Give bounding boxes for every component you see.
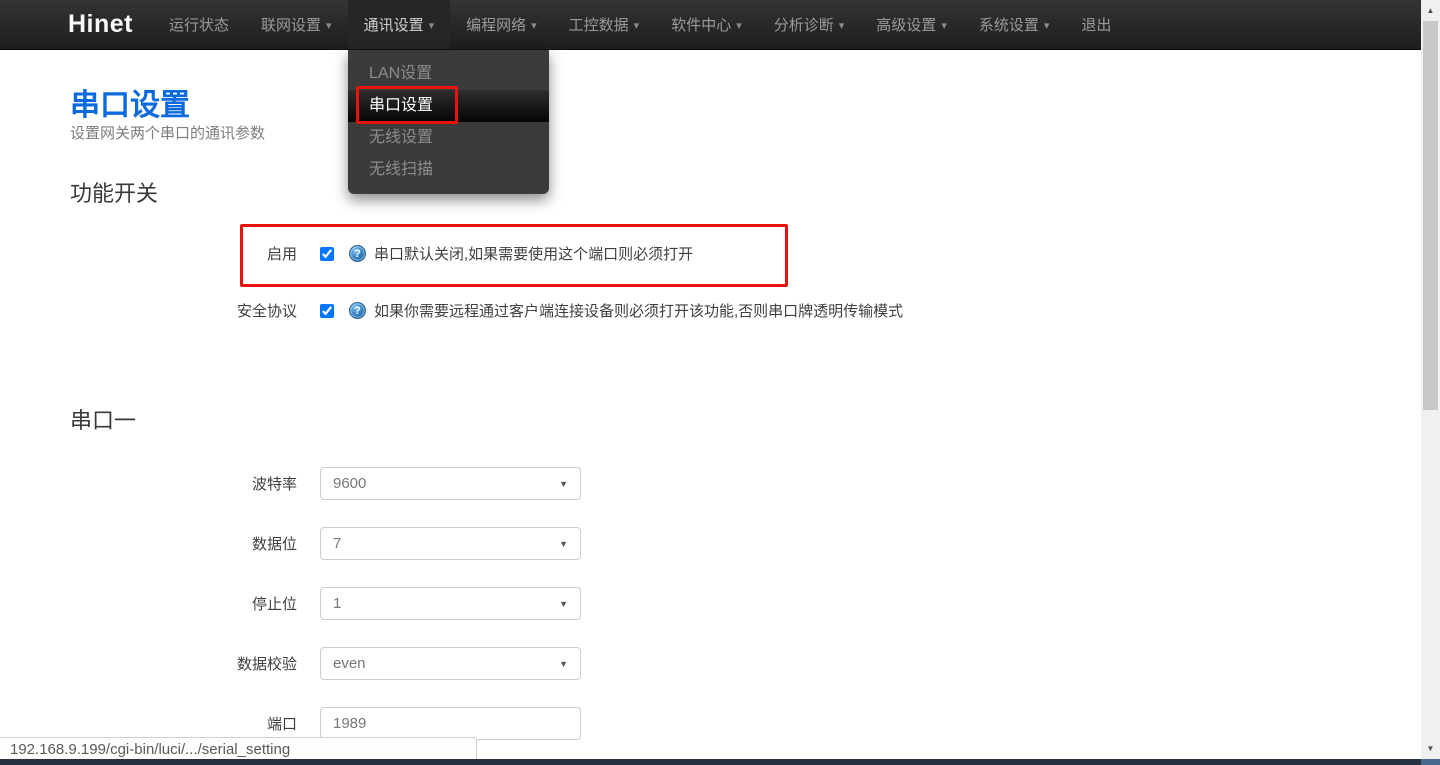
nav-label: 系统设置 (978, 17, 1039, 34)
status-url-tooltip: 192.168.9.199/cgi-bin/luci/.../serial_se… (0, 737, 477, 761)
nav-label: 退出 (1081, 17, 1112, 34)
comm-settings-dropdown: LAN设置 串口设置 无线设置 无线扫描 (348, 50, 549, 194)
secure-protocol-help-text: 如果你需要远程通过客户端连接设备则必须打开该功能,否则串口牌透明传输模式 (374, 303, 904, 320)
scroll-up-button[interactable]: ▲ (1421, 2, 1440, 19)
chevron-down-icon: ▾ (1043, 20, 1050, 32)
nav-label: 高级设置 (876, 17, 937, 34)
nav-label: 通讯设置 (363, 17, 424, 34)
nav-label: 工控数据 (568, 17, 629, 34)
stop-bits-select[interactable]: 1 ▼ (320, 587, 581, 620)
parity-row: 数据校验 even ▼ (0, 647, 581, 680)
select-caret-icon: ▼ (559, 658, 568, 669)
nav-label: 运行状态 (169, 17, 230, 34)
parity-select[interactable]: even ▼ (320, 647, 581, 680)
data-bits-label: 数据位 (251, 536, 297, 553)
select-value: even (333, 655, 366, 672)
chevron-down-icon: ▾ (941, 20, 947, 32)
nav-item-logout[interactable]: 退出 (1065, 0, 1127, 49)
select-caret-icon: ▼ (559, 478, 568, 489)
chevron-down-icon: ▾ (736, 20, 742, 32)
secure-protocol-label: 安全协议 (236, 303, 297, 320)
chevron-down-icon: ▾ (633, 20, 640, 32)
select-value: 7 (333, 535, 342, 552)
scroll-down-button[interactable]: ▼ (1421, 740, 1440, 757)
nav-item-network-settings[interactable]: 联网设置 ▾ (245, 0, 348, 49)
nav-item-run-status[interactable]: 运行状态 (153, 0, 245, 49)
page-root: Hinet 运行状态 联网设置 ▾ 通讯设置 ▾ 编程网络 ▾ 工控数据 ▾ 软… (0, 0, 1440, 765)
baud-rate-select[interactable]: 9600 ▼ (320, 467, 581, 500)
secure-protocol-row: 安全协议 ? 如果你需要远程通过客户端连接设备则必须打开该功能,否则串口牌透明传… (0, 300, 903, 321)
bottom-edge-bar-right (1421, 759, 1440, 765)
scrollbar-thumb[interactable] (1423, 21, 1438, 410)
page-subtitle: 设置网关两个串口的通讯参数 (70, 125, 266, 142)
chevron-down-icon: ▾ (326, 20, 332, 32)
data-bits-row: 数据位 7 ▼ (0, 527, 581, 560)
enable-row: 启用 ? 串口默认关闭,如果需要使用这个端口则必须打开 (0, 243, 693, 264)
select-value: 1 (333, 595, 342, 612)
section-heading-function-switches: 功能开关 (70, 181, 159, 206)
dropdown-item-wireless-settings[interactable]: 无线设置 (348, 122, 549, 154)
vertical-scrollbar[interactable]: ▲ ▼ (1421, 0, 1440, 759)
select-value: 9600 (333, 475, 367, 492)
brand-logo[interactable]: Hinet (68, 0, 133, 49)
stop-bits-row: 停止位 1 ▼ (0, 587, 581, 620)
secure-protocol-checkbox[interactable] (320, 303, 334, 318)
help-icon[interactable]: ? (349, 245, 366, 262)
scroll-up-icon: ▲ (1426, 6, 1435, 15)
enable-checkbox[interactable] (320, 246, 334, 261)
question-mark-glyph: ? (354, 247, 361, 260)
nav-label: 编程网络 (466, 17, 527, 34)
baud-rate-label: 波特率 (251, 476, 297, 493)
bottom-edge-bar (0, 759, 1440, 765)
nav-item-analysis-diagnosis[interactable]: 分析诊断 ▾ (758, 0, 861, 49)
help-icon[interactable]: ? (349, 302, 366, 319)
nav-label: 联网设置 (261, 17, 322, 34)
dropdown-item-wireless-scan[interactable]: 无线扫描 (348, 154, 549, 186)
chevron-down-icon: ▾ (838, 20, 845, 32)
port-input[interactable] (320, 707, 581, 740)
baud-rate-row: 波特率 9600 ▼ (0, 467, 581, 500)
page-title: 串口设置 (70, 89, 190, 122)
dropdown-item-serial-settings[interactable]: 串口设置 (348, 90, 549, 122)
stop-bits-label: 停止位 (251, 596, 297, 613)
nav-item-industrial-data[interactable]: 工控数据 ▾ (553, 0, 656, 49)
chevron-down-icon: ▾ (428, 20, 435, 32)
nav-label: 软件中心 (671, 17, 732, 34)
nav-item-programming-network[interactable]: 编程网络 ▾ (450, 0, 553, 49)
scroll-down-icon: ▼ (1426, 744, 1435, 753)
question-mark-glyph: ? (354, 304, 361, 317)
nav-label: 分析诊断 (773, 17, 834, 34)
parity-label: 数据校验 (236, 656, 297, 673)
main-nav: 运行状态 联网设置 ▾ 通讯设置 ▾ 编程网络 ▾ 工控数据 ▾ 软件中心 ▾ (153, 0, 1127, 49)
nav-item-comm-settings[interactable]: 通讯设置 ▾ (347, 0, 451, 49)
select-caret-icon: ▼ (559, 538, 568, 549)
enable-help-text: 串口默认关闭,如果需要使用这个端口则必须打开 (374, 246, 694, 263)
top-navbar: Hinet 运行状态 联网设置 ▾ 通讯设置 ▾ 编程网络 ▾ 工控数据 ▾ 软… (0, 0, 1421, 50)
nav-item-system-settings[interactable]: 系统设置 ▾ (963, 0, 1066, 49)
enable-label: 启用 (266, 246, 297, 263)
section-heading-serial-port-one: 串口一 (70, 408, 137, 433)
data-bits-select[interactable]: 7 ▼ (320, 527, 581, 560)
nav-item-advanced-settings[interactable]: 高级设置 ▾ (860, 0, 963, 49)
port-row: 端口 (0, 707, 581, 740)
nav-item-software-center[interactable]: 软件中心 ▾ (655, 0, 758, 49)
dropdown-item-lan-settings[interactable]: LAN设置 (348, 58, 549, 90)
select-caret-icon: ▼ (559, 598, 568, 609)
chevron-down-icon: ▾ (531, 20, 537, 32)
port-label: 端口 (266, 716, 297, 733)
